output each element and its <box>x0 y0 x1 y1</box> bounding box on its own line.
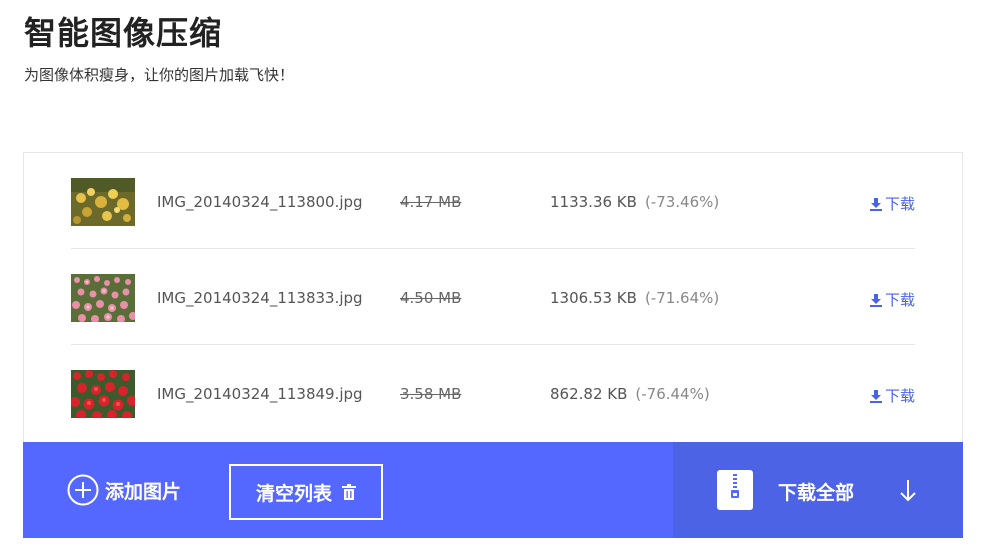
file-row: IMG_20140324_113833.jpg 4.50 MB 1306.53 … <box>71 249 915 345</box>
download-all-button[interactable]: 下载全部 <box>673 442 963 538</box>
file-name: IMG_20140324_113833.jpg <box>157 289 363 307</box>
clear-list-label: 清空列表 <box>255 482 332 505</box>
compression-ratio: (-73.46%) <box>644 193 720 211</box>
download-label: 下载 <box>884 291 915 309</box>
arrow-down-icon <box>900 480 916 502</box>
file-name: IMG_20140324_113800.jpg <box>157 193 363 211</box>
yellow-orchids-thumbnail <box>71 178 135 226</box>
original-size: 4.50 MB <box>400 289 462 307</box>
plus-circle-icon <box>67 474 99 506</box>
download-button[interactable]: 下载 <box>869 385 915 406</box>
file-name: IMG_20140324_113849.jpg <box>157 385 363 403</box>
original-size: 3.58 MB <box>400 385 462 403</box>
download-label: 下载 <box>884 195 915 213</box>
compressed-size-value: 862.82 KB <box>550 385 628 403</box>
clear-list-button[interactable]: 清空列表 <box>229 464 383 520</box>
thumbnail-image <box>71 274 135 322</box>
download-button[interactable]: 下载 <box>869 193 915 214</box>
file-row: IMG_20140324_113849.jpg 3.58 MB 862.82 K… <box>71 345 915 441</box>
thumbnail-image <box>71 370 135 418</box>
download-icon <box>869 197 882 211</box>
compressed-size: 1306.53 KB (-71.64%) <box>550 289 719 307</box>
compressed-size: 1133.36 KB (-73.46%) <box>550 193 719 211</box>
pink-tulips-thumbnail <box>71 274 135 322</box>
compressed-size-value: 1306.53 KB <box>550 289 637 307</box>
page-subtitle: 为图像体积瘦身，让你的图片加载飞快！ <box>24 66 295 84</box>
action-bar: 添加图片 清空列表 下载全部 <box>23 442 963 538</box>
file-list: IMG_20140324_113800.jpg 4.17 MB 1133.36 … <box>71 153 915 441</box>
red-tulips-thumbnail <box>71 370 135 418</box>
trash-icon <box>342 484 356 500</box>
download-icon <box>869 389 882 403</box>
original-size: 4.17 MB <box>400 193 462 211</box>
download-all-label: 下载全部 <box>778 482 855 504</box>
file-list-panel: IMG_20140324_113800.jpg 4.17 MB 1133.36 … <box>23 152 963 442</box>
page-title: 智能图像压缩 <box>24 14 223 52</box>
compression-ratio: (-76.44%) <box>635 385 710 403</box>
add-image-button[interactable]: 添加图片 <box>67 474 181 506</box>
thumbnail-image <box>71 178 135 226</box>
compressed-size: 862.82 KB (-76.44%) <box>550 385 710 403</box>
compression-ratio: (-71.64%) <box>644 289 720 307</box>
zip-file-icon <box>717 470 753 510</box>
download-label: 下载 <box>884 387 915 405</box>
download-button[interactable]: 下载 <box>869 289 915 310</box>
compressed-size-value: 1133.36 KB <box>550 193 637 211</box>
add-image-label: 添加图片 <box>105 480 182 503</box>
file-row: IMG_20140324_113800.jpg 4.17 MB 1133.36 … <box>71 153 915 249</box>
download-icon <box>869 293 882 307</box>
